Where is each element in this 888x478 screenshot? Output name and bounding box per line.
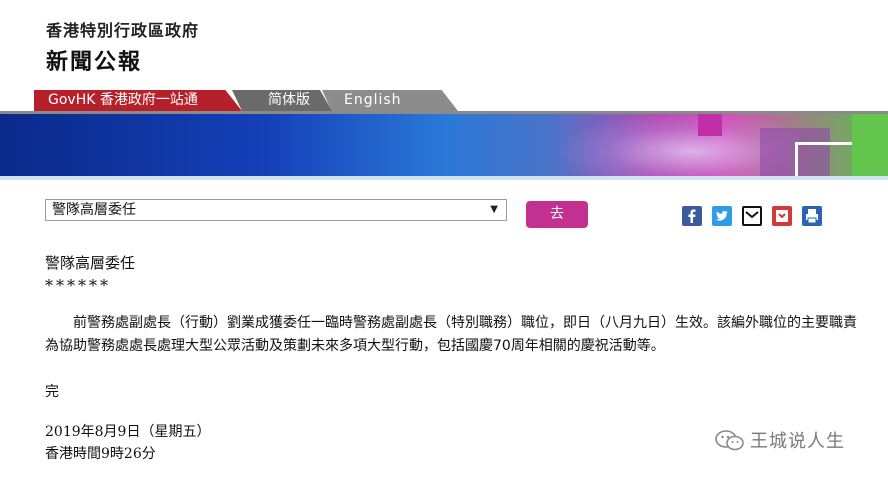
- release-date: 2019年8月9日（星期五）: [45, 424, 211, 440]
- wechat-icon: [714, 428, 746, 458]
- print-icon[interactable]: [802, 206, 822, 226]
- release-time: 香港時間9時26分: [45, 446, 156, 462]
- header-banner: [0, 114, 888, 176]
- top-nav-tabs: GovHK 香港政府一站通 简体版 English: [0, 90, 888, 114]
- press-release-select[interactable]: 警隊高層委任 ▼: [45, 199, 507, 221]
- end-mark: 完: [45, 384, 59, 400]
- bookmark-icon[interactable]: [772, 206, 792, 226]
- organization-name: 香港特別行政區政府: [46, 21, 200, 40]
- article-heading: 警隊高層委任: [45, 254, 136, 272]
- tab-english[interactable]: English: [322, 90, 458, 111]
- banner-decoration: [852, 114, 888, 176]
- email-icon[interactable]: [742, 206, 762, 226]
- chevron-down-icon: ▼: [490, 204, 498, 215]
- site-title: 新聞公報: [46, 50, 143, 75]
- tab-govhk[interactable]: GovHK 香港政府一站通: [34, 90, 242, 111]
- page-header: 香港特別行政區政府 新聞公報: [0, 0, 888, 90]
- facebook-icon[interactable]: [682, 206, 702, 226]
- banner-decoration: [698, 114, 722, 136]
- go-button[interactable]: 去: [526, 201, 588, 228]
- banner-divider: [0, 176, 888, 180]
- select-value: 警隊高層委任: [52, 202, 136, 218]
- watermark-text: 王城说人生: [750, 431, 845, 452]
- twitter-icon[interactable]: [712, 206, 732, 226]
- heading-separator: ******: [45, 276, 111, 295]
- tab-simplified-chinese[interactable]: 简体版: [232, 90, 332, 111]
- article-body: 前警務處副處長（行動）劉業成獲委任一臨時警務處副處長（特別職務）職位，即日（八月…: [45, 315, 857, 354]
